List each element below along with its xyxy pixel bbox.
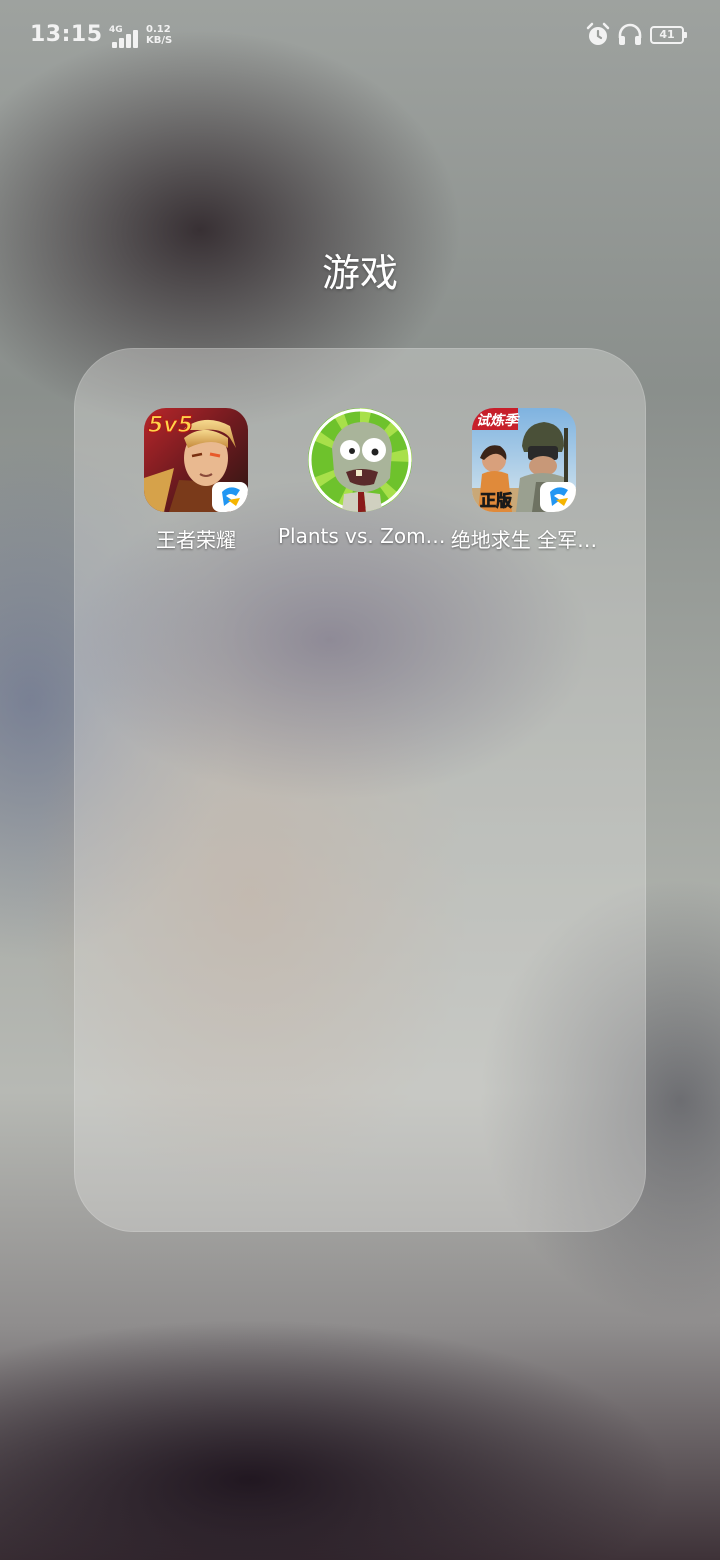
app-label: 王者荣耀 [156, 528, 236, 552]
pubg-season-badge: 试炼季 [476, 412, 520, 429]
status-bar: 13:15 4G 0.12 KB/S 41 [0, 0, 720, 72]
app-honor-of-kings[interactable]: 5v5 王者荣耀 [114, 408, 278, 553]
home-screen: 13:15 4G 0.12 KB/S 41 游戏 5v5 王者荣耀 Plants… [0, 0, 720, 1560]
alarm-icon [586, 22, 610, 45]
network-speed-value: 0.12 [146, 24, 171, 35]
network-speed-unit: KB/S [146, 35, 173, 46]
app-plants-vs-zombies[interactable]: Plants vs. Zom… [278, 408, 446, 548]
pubg-mobile-icon: 试炼季 正版 [472, 408, 576, 512]
app-pubg-mobile[interactable]: 试炼季 正版 绝地求生 全军… [442, 408, 606, 553]
plants-vs-zombies-icon [308, 408, 412, 512]
honor-of-kings-badge: 5v5 [148, 413, 193, 438]
app-label: Plants vs. Zom… [278, 524, 446, 548]
network-speed: 0.12 KB/S [146, 24, 172, 46]
folder-title[interactable]: 游戏 [0, 242, 720, 297]
signal-icon [108, 28, 140, 48]
folder-panel: 5v5 王者荣耀 Plants vs. Zom… 试炼季 正版 绝地求生 全军… [74, 348, 646, 1232]
battery-icon: 41 [650, 26, 687, 44]
app-label: 绝地求生 全军… [450, 528, 598, 552]
honor-of-kings-icon: 5v5 [144, 408, 248, 512]
pubg-official-badge: 正版 [480, 491, 512, 510]
status-time: 13:15 [30, 22, 103, 47]
headset-icon [618, 23, 642, 45]
